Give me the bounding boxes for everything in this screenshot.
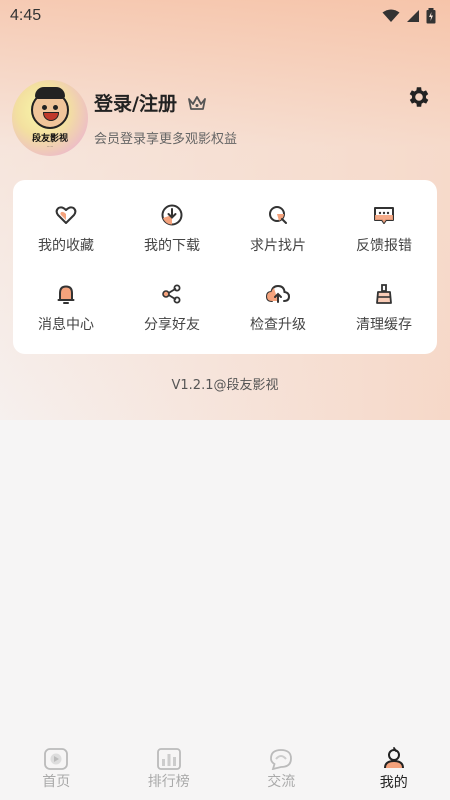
status-icons	[382, 8, 436, 24]
avatar-logo-sub: ·····	[46, 144, 54, 149]
wifi-icon	[382, 9, 400, 22]
battery-icon	[426, 8, 436, 24]
menu-item-share[interactable]: 分享好友	[119, 267, 225, 346]
status-bar: 4:45	[0, 0, 450, 32]
home-icon	[44, 747, 69, 770]
tab-label: 首页	[42, 773, 71, 790]
menu-item-messages[interactable]: 消息中心	[13, 267, 119, 346]
profile-icon	[383, 746, 404, 768]
signal-icon	[407, 10, 419, 22]
heart-icon	[52, 201, 80, 229]
menu-item-request-film[interactable]: 求片找片	[225, 188, 331, 267]
version-text: V1.2.1@段友影视	[171, 378, 279, 393]
avatar-logo-text: 段友影视	[31, 134, 68, 144]
menu-item-label: 分享好友	[144, 316, 200, 333]
login-register-link[interactable]: 登录/注册	[94, 89, 177, 116]
menu-item-label: 消息中心	[38, 316, 94, 333]
avatar[interactable]: 段友影视 ·····	[12, 80, 88, 156]
tab-label: 交流	[267, 773, 296, 790]
search-film-icon	[264, 201, 292, 229]
login-row: 登录/注册	[94, 89, 237, 116]
download-icon	[158, 201, 186, 229]
cloud-upload-icon	[264, 280, 292, 308]
ranking-icon	[156, 747, 181, 770]
menu-item-label: 清理缓存	[356, 316, 412, 333]
bottom-tab-bar: 首页 排行榜 交流 我的	[0, 738, 450, 800]
menu-item-feedback[interactable]: 反馈报错	[331, 188, 437, 267]
profile-header: 段友影视 ····· 登录/注册 会员登录享更多观影权益	[12, 80, 438, 156]
feedback-icon	[370, 201, 398, 229]
menu-item-clear-cache[interactable]: 清理缓存	[331, 267, 437, 346]
status-time: 4:45	[10, 7, 42, 24]
chat-icon	[270, 748, 293, 770]
profile-info: 登录/注册 会员登录享更多观影权益	[94, 89, 237, 147]
tab-home[interactable]: 首页	[0, 738, 113, 800]
menu-item-label: 我的收藏	[38, 237, 94, 254]
tab-mine[interactable]: 我的	[338, 738, 450, 800]
share-icon	[158, 280, 186, 308]
menu-item-downloads[interactable]: 我的下载	[119, 188, 225, 267]
tab-community[interactable]: 交流	[225, 738, 338, 800]
vip-hint-text: 会员登录享更多观影权益	[94, 132, 238, 147]
tab-label: 我的	[379, 774, 408, 791]
avatar-face	[31, 87, 69, 129]
menu-item-label: 反馈报错	[356, 237, 412, 254]
bell-icon	[52, 280, 80, 308]
settings-gear-icon[interactable]	[406, 84, 432, 114]
menu-item-label: 检查升级	[250, 316, 306, 333]
menu-item-label: 我的下载	[144, 237, 200, 254]
tab-label: 排行榜	[147, 773, 190, 790]
menu-item-check-update[interactable]: 检查升级	[225, 267, 331, 346]
menu-card: 我的收藏 我的下载 求片找片 反馈报错 消息中心 分享好友 检查升级 清理缓存	[13, 180, 437, 354]
menu-item-label: 求片找片	[250, 237, 306, 254]
crown-icon	[187, 95, 207, 111]
broom-icon	[370, 280, 398, 308]
menu-item-favorites[interactable]: 我的收藏	[13, 188, 119, 267]
tab-ranking[interactable]: 排行榜	[113, 738, 226, 800]
